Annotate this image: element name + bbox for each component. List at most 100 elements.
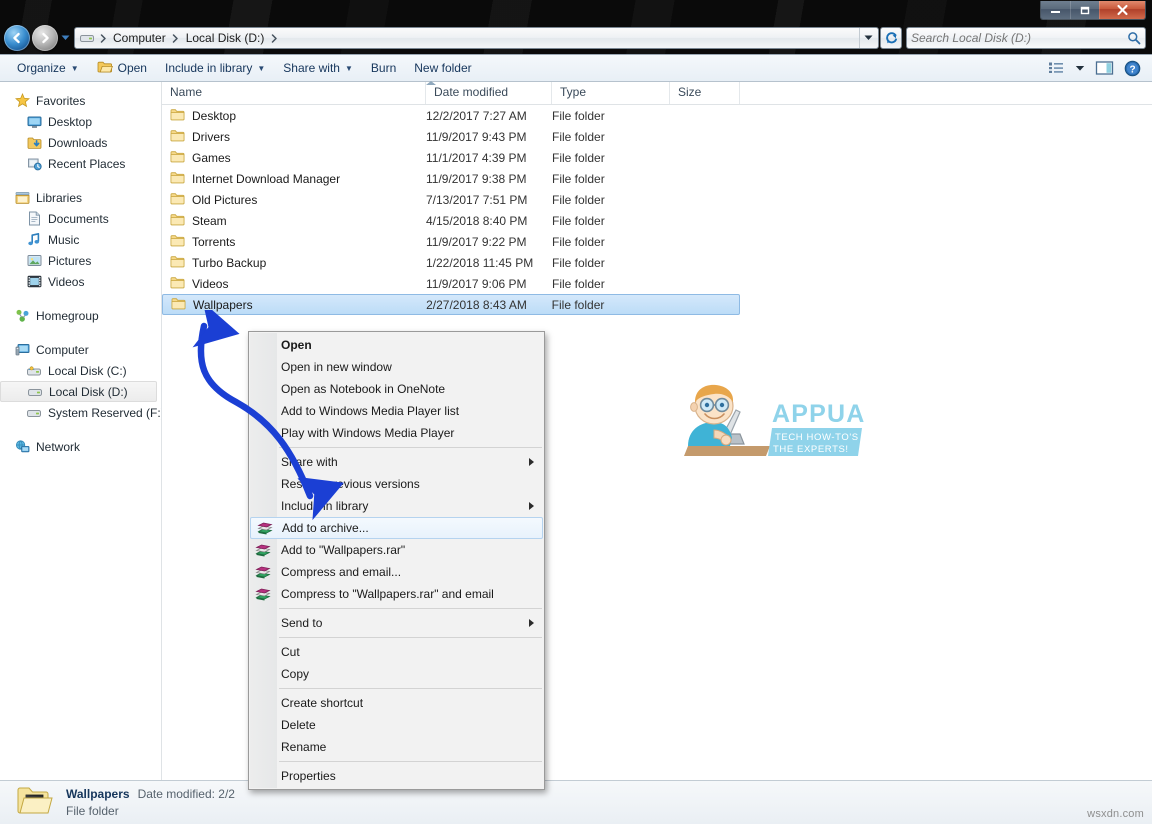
- help-button[interactable]: ?: [1119, 56, 1146, 80]
- table-row[interactable]: Desktop 12/2/2017 7:27 AM File folder: [162, 105, 1152, 126]
- menu-item-copy[interactable]: Copy: [249, 663, 544, 685]
- search-box[interactable]: [906, 27, 1146, 49]
- view-mode-dropdown-button[interactable]: [1070, 56, 1090, 80]
- sidebar-item-recent-places[interactable]: Recent Places: [0, 153, 161, 174]
- menu-item-compress-to-wallpapers-rar-and-email[interactable]: Compress to "Wallpapers.rar" and email: [249, 583, 544, 605]
- sidebar-item-homegroup[interactable]: Homegroup: [0, 305, 161, 326]
- menu-item-rename[interactable]: Rename: [249, 736, 544, 758]
- close-button[interactable]: [1099, 1, 1145, 19]
- table-row[interactable]: Wallpapers 2/27/2018 8:43 AM File folder: [162, 294, 740, 315]
- address-bar[interactable]: Computer Local Disk (D:): [74, 27, 879, 49]
- menu-item-open[interactable]: Open: [249, 334, 544, 356]
- submenu-arrow-icon: [529, 502, 534, 510]
- command-organize[interactable]: Organize ▼: [8, 56, 88, 80]
- menu-item-include-in-library[interactable]: Include in library: [249, 495, 544, 517]
- sidebar-item-favorites[interactable]: Favorites: [0, 90, 161, 111]
- breadcrumb-separator[interactable]: [170, 33, 182, 43]
- corner-watermark: wsxdn.com: [1087, 808, 1144, 820]
- breadcrumb-local-disk-d[interactable]: Local Disk (D:): [182, 29, 269, 47]
- navigation-history-button[interactable]: [58, 25, 72, 51]
- sidebar-item-desktop[interactable]: Desktop: [0, 111, 161, 132]
- refresh-button[interactable]: [880, 27, 902, 49]
- file-name-cell: Internet Download Manager: [162, 171, 426, 187]
- minimize-button[interactable]: [1041, 1, 1070, 19]
- table-row[interactable]: Steam 4/15/2018 8:40 PM File folder: [162, 210, 1152, 231]
- sidebar-item-local-disk-c[interactable]: Local Disk (C:): [0, 360, 161, 381]
- sidebar-item-system-reserved-f[interactable]: System Reserved (F:): [0, 402, 161, 423]
- sidebar-item-local-disk-d[interactable]: Local Disk (D:): [0, 381, 157, 402]
- chevron-down-icon: ▼: [344, 63, 353, 73]
- view-mode-button[interactable]: [1043, 56, 1070, 80]
- menu-item-play-with-windows-media-player[interactable]: Play with Windows Media Player: [249, 422, 544, 444]
- menu-item-share-with[interactable]: Share with: [249, 451, 544, 473]
- sidebar-item-downloads[interactable]: Downloads: [0, 132, 161, 153]
- drive-icon: [79, 31, 95, 45]
- folder-icon: [170, 255, 185, 271]
- column-header-name[interactable]: Name: [162, 82, 426, 104]
- command-label: Burn: [370, 61, 397, 75]
- column-header-date-modified[interactable]: Date modified: [426, 82, 552, 104]
- command-label: Organize: [17, 61, 66, 75]
- menu-item-add-to-archive[interactable]: Add to archive...: [250, 517, 543, 539]
- table-row[interactable]: Torrents 11/9/2017 9:22 PM File folder: [162, 231, 1152, 252]
- command-include-in-library[interactable]: Include in library ▼: [156, 56, 274, 80]
- libraries-icon: [14, 190, 30, 206]
- table-row[interactable]: Internet Download Manager 11/9/2017 9:38 …: [162, 168, 1152, 189]
- status-bar: Wallpapers Date modified: 2/2 File folde…: [0, 780, 1152, 824]
- open-folder-icon: [97, 60, 113, 77]
- sidebar-item-pictures[interactable]: Pictures: [0, 250, 161, 271]
- sidebar-item-label: Recent Places: [48, 156, 126, 171]
- status-item-name: Wallpapers: [66, 787, 130, 801]
- chevron-down-icon: [61, 35, 69, 40]
- command-bar: Organize ▼ Open Include in library ▼ Sha…: [0, 54, 1152, 82]
- breadcrumb-computer[interactable]: Computer: [109, 29, 170, 47]
- menu-item-create-shortcut[interactable]: Create shortcut: [249, 692, 544, 714]
- menu-item-cut[interactable]: Cut: [249, 641, 544, 663]
- menu-item-delete[interactable]: Delete: [249, 714, 544, 736]
- menu-item-restore-previous-versions[interactable]: Restore previous versions: [249, 473, 544, 495]
- sidebar-item-videos[interactable]: Videos: [0, 271, 161, 292]
- preview-pane-button[interactable]: [1090, 56, 1119, 80]
- menu-item-label: Properties: [281, 769, 336, 783]
- menu-item-add-to-wallpapers-rar[interactable]: Add to "Wallpapers.rar": [249, 539, 544, 561]
- command-burn[interactable]: Burn: [362, 56, 405, 80]
- back-button[interactable]: [4, 25, 30, 51]
- search-icon[interactable]: [1127, 31, 1141, 45]
- menu-item-properties[interactable]: Properties: [249, 765, 544, 787]
- sidebar-item-label: Computer: [36, 342, 89, 357]
- table-row[interactable]: Turbo Backup 1/22/2018 11:45 PM File folde…: [162, 252, 1152, 273]
- table-row[interactable]: Videos 11/9/2017 9:06 PM File folder: [162, 273, 1152, 294]
- sidebar-item-music[interactable]: Music: [0, 229, 161, 250]
- file-type-cell: File folder: [551, 297, 605, 312]
- svg-text:?: ?: [1129, 64, 1135, 75]
- command-share-with[interactable]: Share with ▼: [274, 56, 362, 80]
- menu-item-label: Open: [281, 338, 312, 352]
- sidebar-item-libraries[interactable]: Libraries: [0, 187, 161, 208]
- maximize-button[interactable]: [1070, 1, 1099, 19]
- menu-item-open-in-new-window[interactable]: Open in new window: [249, 356, 544, 378]
- table-row[interactable]: Drivers 11/9/2017 9:43 PM File folder: [162, 126, 1152, 147]
- file-name-cell: Old Pictures: [162, 192, 426, 208]
- breadcrumb-separator[interactable]: [268, 33, 280, 43]
- sidebar-item-label: Local Disk (C:): [48, 363, 127, 378]
- file-date-cell: 7/13/2017 7:51 PM: [426, 192, 528, 207]
- search-input[interactable]: [911, 31, 1127, 45]
- menu-item-send-to[interactable]: Send to: [249, 612, 544, 634]
- table-row[interactable]: Old Pictures 7/13/2017 7:51 PM File folder: [162, 189, 1152, 210]
- sidebar-item-documents[interactable]: Documents: [0, 208, 161, 229]
- forward-button[interactable]: [32, 25, 58, 51]
- address-bar-dropdown-button[interactable]: [859, 28, 876, 48]
- menu-item-open-as-notebook-in-onenote[interactable]: Open as Notebook in OneNote: [249, 378, 544, 400]
- command-new-folder[interactable]: New folder: [405, 56, 480, 80]
- table-row[interactable]: Games 11/1/2017 4:39 PM File folder: [162, 147, 1152, 168]
- refresh-icon: [885, 32, 897, 44]
- menu-item-add-to-windows-media-player-list[interactable]: Add to Windows Media Player list: [249, 400, 544, 422]
- column-header-size[interactable]: Size: [670, 82, 740, 104]
- menu-item-compress-and-email[interactable]: Compress and email...: [249, 561, 544, 583]
- sidebar-item-computer[interactable]: Computer: [0, 339, 161, 360]
- file-name-cell: Games: [162, 150, 426, 166]
- command-open[interactable]: Open: [88, 56, 156, 80]
- column-header-type[interactable]: Type: [552, 82, 670, 104]
- sidebar-item-network[interactable]: Network: [0, 436, 161, 457]
- file-type-cell: File folder: [552, 255, 605, 270]
